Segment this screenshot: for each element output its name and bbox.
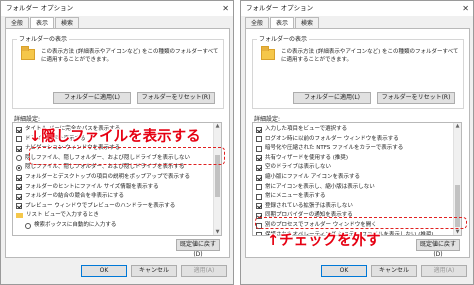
folder-icon: [21, 46, 35, 60]
checkbox[interactable]: [256, 164, 262, 171]
settings-list-item[interactable]: プレビュー ウィンドウでプレビューのハンドラーを表示する: [16, 202, 175, 211]
close-icon[interactable]: ✕: [462, 1, 469, 16]
settings-item-label: 登録されている拡張子は表示しない: [265, 202, 353, 209]
settings-item-label: 暗号化や圧縮された NTFS ファイルをカラーで表示する: [265, 145, 404, 152]
window-title: フォルダー オプション: [6, 4, 74, 12]
ok-button[interactable]: OK: [321, 265, 367, 277]
checkbox[interactable]: [256, 174, 262, 181]
settings-list-item[interactable]: 共有ウィザードを使用する (推奨): [256, 154, 348, 163]
scroll-down-icon[interactable]: ▼: [214, 229, 221, 235]
tab-general[interactable]: 全般: [245, 17, 270, 28]
reset-folders-button[interactable]: フォルダーをリセット(R): [377, 92, 455, 104]
folder-options-window-left: フォルダー オプション ✕ 全般 表示 検索 フォルダーの表示 この表示方法 (…: [0, 0, 234, 285]
tab-search[interactable]: 検索: [295, 17, 320, 28]
radio-button[interactable]: [16, 164, 22, 171]
folder-icon: [16, 213, 23, 219]
scroll-up-icon[interactable]: ▲: [214, 123, 221, 129]
restore-defaults-button[interactable]: 既定値に戻す(D): [416, 239, 460, 258]
settings-list-item[interactable]: 常にアイコンを表示し、縮小版は表示しない: [256, 183, 375, 192]
settings-list-item[interactable]: 常にメニューを表示する: [256, 192, 326, 201]
apply-to-folders-button[interactable]: フォルダーに適用(L): [53, 92, 131, 104]
callout-show-hidden-files: ↓隠しファイルを表示する: [29, 129, 201, 145]
checkbox[interactable]: [16, 193, 22, 200]
scroll-down-icon[interactable]: ▼: [454, 229, 461, 235]
callout-uncheck: ↑チェックを外す: [267, 233, 381, 249]
checkbox[interactable]: [16, 136, 22, 143]
group-title: フォルダーの表示: [257, 34, 310, 43]
folder-views-group: フォルダーの表示 この表示方法 (詳細表示やアイコンなど) をこの種類のフォルダ…: [252, 34, 464, 109]
highlight-frame-hidden-files: [29, 147, 225, 165]
folder-views-group: フォルダーの表示 この表示方法 (詳細表示やアイコンなど) をこの種類のフォルダ…: [12, 34, 224, 109]
group-description: この表示方法 (詳細表示やアイコンなど) をこの種類のフォルダーすべてに適用する…: [41, 49, 219, 63]
settings-item-label: 常にアイコンを表示し、縮小版は表示しない: [265, 183, 375, 190]
settings-item-label: フォルダーとデスクトップの項目の説明をポップアップで表示する: [25, 174, 191, 180]
settings-list-item[interactable]: フォルダーとデスクトップの項目の説明をポップアップで表示する: [16, 173, 190, 182]
ok-button[interactable]: OK: [81, 265, 127, 277]
group-description: この表示方法 (詳細表示やアイコンなど) をこの種類のフォルダーすべてに適用する…: [281, 49, 459, 63]
settings-item-label: リスト ビューで入力するとき: [26, 212, 99, 219]
radio-button[interactable]: [25, 222, 31, 229]
cancel-button[interactable]: キャンセル: [371, 265, 417, 277]
apply-button[interactable]: 適用(A): [181, 265, 227, 277]
tab-general[interactable]: 全般: [5, 17, 30, 28]
folder-options-window-right: フォルダー オプション ✕ 全般 表示 検索 フォルダーの表示 この表示方法 (…: [240, 0, 474, 285]
apply-button[interactable]: 適用(A): [421, 265, 467, 277]
checkbox[interactable]: [256, 232, 262, 235]
group-title: フォルダーの表示: [17, 34, 70, 43]
folder-icon: [261, 46, 275, 60]
checkbox[interactable]: [16, 126, 22, 133]
highlight-frame-protected-files: [255, 217, 467, 229]
checkbox[interactable]: [256, 184, 262, 191]
checkbox[interactable]: [256, 203, 262, 210]
settings-item-label: ログオン時に以前のフォルダー ウィンドウを表示する: [265, 135, 399, 142]
restore-defaults-button[interactable]: 既定値に戻す(D): [176, 239, 220, 258]
checkbox[interactable]: [256, 193, 262, 200]
settings-list-item[interactable]: 縮小版にファイル アイコンを表示する: [256, 173, 360, 182]
settings-list-item[interactable]: フォルダーの結合の競合を非表示にする: [16, 192, 124, 201]
settings-item-label: 共有ウィザードを使用する (推奨): [265, 154, 349, 161]
radio-button[interactable]: [16, 155, 22, 162]
settings-list-item[interactable]: 空のドライブは表示しない: [256, 163, 331, 172]
settings-list-item[interactable]: リスト ビューで入力するとき: [16, 211, 99, 220]
tab-search[interactable]: 検索: [55, 17, 80, 28]
checkbox[interactable]: [256, 126, 262, 133]
settings-list-item[interactable]: 暗号化や圧縮された NTFS ファイルをカラーで表示する: [256, 144, 403, 153]
checkbox[interactable]: [256, 155, 262, 162]
settings-list-item[interactable]: 入力した項目をビューで選択する: [256, 125, 347, 134]
settings-item-label: フォルダーの結合の競合を非表示にする: [25, 193, 125, 200]
settings-item-label: 常にメニューを表示する: [265, 193, 326, 200]
checkbox[interactable]: [16, 174, 22, 181]
checkbox[interactable]: [256, 145, 262, 152]
settings-list-item[interactable]: フォルダーのヒントにファイル サイズ情報を表示する: [16, 183, 159, 192]
settings-item-label: 空のドライブは表示しない: [265, 164, 332, 171]
settings-item-label: 検索ボックスに自動的に入力する: [34, 222, 117, 228]
window-title-bar: フォルダー オプション ✕: [241, 1, 473, 16]
list-scrollbar[interactable]: ▲ ▼: [213, 123, 221, 235]
settings-item-label: 入力した項目をビューで選択する: [265, 126, 348, 132]
close-icon[interactable]: ✕: [222, 1, 229, 16]
scroll-up-icon[interactable]: ▲: [454, 123, 461, 129]
checkbox[interactable]: [256, 136, 262, 143]
window-title-bar: フォルダー オプション ✕: [1, 1, 233, 16]
settings-list-item[interactable]: ログオン時に以前のフォルダー ウィンドウを表示する: [256, 135, 399, 144]
checkbox[interactable]: [16, 145, 22, 152]
settings-item-label: プレビュー ウィンドウでプレビューのハンドラーを表示する: [25, 202, 176, 209]
apply-to-folders-button[interactable]: フォルダーに適用(L): [293, 92, 371, 104]
settings-list-item[interactable]: 登録されている拡張子は表示しない: [256, 202, 353, 211]
cancel-button[interactable]: キャンセル: [131, 265, 177, 277]
settings-item-label: フォルダーのヒントにファイル サイズ情報を表示する: [25, 183, 159, 190]
window-title: フォルダー オプション: [246, 4, 314, 12]
settings-list-item[interactable]: 検索ボックスに自動的に入力する: [25, 221, 116, 230]
reset-folders-button[interactable]: フォルダーをリセット(R): [137, 92, 215, 104]
checkbox[interactable]: [16, 184, 22, 191]
settings-item-label: 縮小版にファイル アイコンを表示する: [265, 174, 360, 180]
checkbox[interactable]: [16, 203, 22, 210]
